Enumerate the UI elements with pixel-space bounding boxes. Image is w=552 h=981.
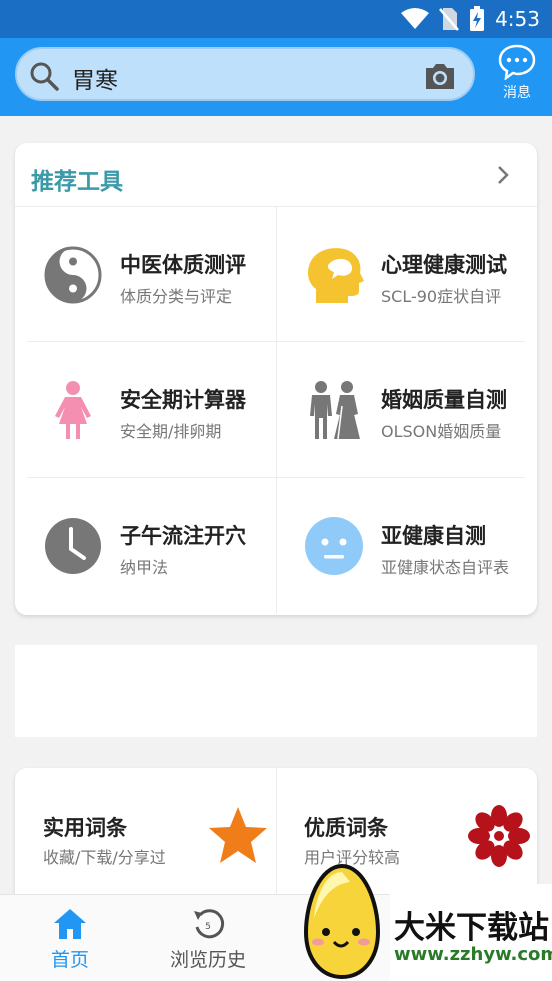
history-icon: 5 [194, 909, 225, 939]
tool-subtitle: 体质分类与评定 [120, 287, 233, 306]
tool-subtitle: 亚健康状态自评表 [381, 558, 510, 577]
egg-mascot-icon [303, 863, 381, 980]
chevron-right-icon[interactable] [495, 163, 511, 187]
entry-subtitle: 收藏/下载/分享过 [43, 848, 166, 867]
tool-name: 子午流注开穴 [120, 524, 246, 548]
entry-name: 实用词条 [43, 816, 127, 840]
tool-subtitle: SCL-90症状自评 [381, 287, 502, 306]
app-header: 胃寒 消息 [0, 38, 552, 116]
entry-useful[interactable]: 实用词条 收藏/下载/分享过 [15, 768, 276, 908]
yin-yang-icon [44, 246, 102, 304]
search-input[interactable]: 胃寒 [72, 61, 118, 95]
watermark-title: 大米下载站 [394, 910, 549, 946]
tool-name: 心理健康测试 [381, 253, 507, 277]
tool-subtitle: 安全期/排卵期 [120, 422, 222, 441]
status-bar: 4:53 [0, 0, 552, 38]
tool-item[interactable]: 婚姻质量自测 OLSON婚姻质量 [276, 342, 537, 476]
nav-history[interactable]: 5 浏览历史 [138, 895, 278, 981]
card-title: 推荐工具 [31, 169, 123, 195]
head-profile-icon [308, 248, 364, 303]
recommended-tools-card: 推荐工具 中医体质测评 体质分类与评定 心理健康测试 SCL-90症状自评 安全… [15, 143, 537, 615]
tool-item[interactable]: 心理健康测试 SCL-90症状自评 [276, 207, 537, 341]
couple-icon [310, 381, 360, 440]
tool-item[interactable]: 安全期计算器 安全期/排卵期 [15, 342, 276, 476]
star-icon [209, 807, 267, 863]
woman-icon [55, 381, 91, 439]
tool-subtitle: OLSON婚姻质量 [381, 422, 502, 441]
tool-name: 中医体质测评 [120, 253, 246, 277]
entry-name: 优质词条 [304, 816, 388, 840]
messages-button[interactable]: 消息 [494, 44, 540, 104]
tool-item[interactable]: 中医体质测评 体质分类与评定 [15, 207, 276, 341]
home-icon [54, 909, 86, 939]
search-icon [30, 62, 59, 91]
chat-bubble-icon [498, 44, 536, 80]
ad-placeholder [15, 645, 537, 737]
tool-name: 安全期计算器 [120, 388, 246, 412]
messages-label: 消息 [503, 85, 531, 101]
watermark: 大米下载站 www.zzhyw.com [300, 862, 552, 981]
search-bar[interactable]: 胃寒 [15, 47, 475, 101]
nav-label: 浏览历史 [169, 949, 246, 971]
neutral-face-icon [305, 517, 363, 575]
nav-home[interactable]: 首页 [0, 895, 140, 981]
battery-charging-icon [470, 6, 485, 31]
svg-text:5: 5 [205, 922, 211, 932]
clock-icon [45, 518, 101, 574]
tool-item[interactable]: 亚健康自测 亚健康状态自评表 [276, 478, 537, 612]
tool-name: 亚健康自测 [381, 524, 486, 548]
nav-label: 首页 [50, 949, 89, 971]
tool-item[interactable]: 子午流注开穴 纳甲法 [15, 478, 276, 612]
no-sim-icon [439, 8, 460, 31]
camera-icon[interactable] [423, 61, 457, 91]
status-time: 4:53 [495, 7, 540, 31]
tool-subtitle: 纳甲法 [120, 558, 169, 577]
wifi-icon [401, 8, 430, 29]
watermark-url: www.zzhyw.com [394, 944, 552, 965]
flower-icon [468, 805, 530, 867]
tool-name: 婚姻质量自测 [381, 388, 507, 412]
